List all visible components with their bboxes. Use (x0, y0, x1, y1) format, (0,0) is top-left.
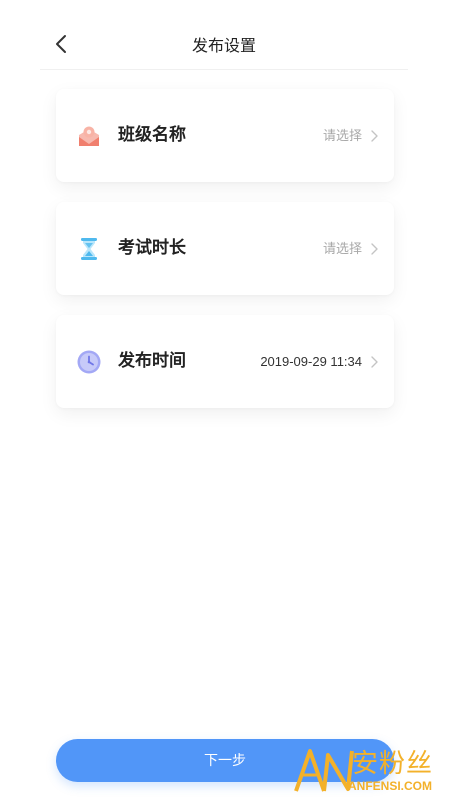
site-watermark: 安粉丝 ANFENSI.COM (294, 745, 444, 797)
hourglass-icon (76, 236, 102, 262)
clock-icon (76, 349, 102, 375)
row-value: 2019-09-29 11:34 (260, 354, 362, 369)
row-label: 考试时长 (118, 238, 186, 257)
row-label: 班级名称 (118, 125, 186, 144)
watermark-cn-text: 安粉丝 (352, 748, 434, 778)
watermark-en-text: ANFENSI.COM (348, 779, 432, 793)
chevron-right-icon (371, 243, 378, 255)
row-value: 请选择 (322, 128, 362, 143)
publish-time-row[interactable]: 发布时间 2019-09-29 11:34 (56, 315, 394, 408)
class-name-row[interactable]: 班级名称 请选择 (56, 89, 394, 182)
page-title: 发布设置 (191, 38, 256, 55)
chevron-right-icon (371, 356, 378, 368)
exam-duration-row[interactable]: 考试时长 请选择 (56, 202, 394, 295)
row-label: 发布时间 (118, 351, 186, 370)
header-bar: 发布设置 (40, 0, 408, 70)
publish-settings-page: 发布设置 班级名称 请选择 考试时长 请选择 发布时间 2019-09-29 1… (0, 0, 450, 800)
chevron-right-icon (371, 130, 378, 142)
class-icon (76, 123, 102, 149)
row-value: 请选择 (322, 241, 362, 256)
